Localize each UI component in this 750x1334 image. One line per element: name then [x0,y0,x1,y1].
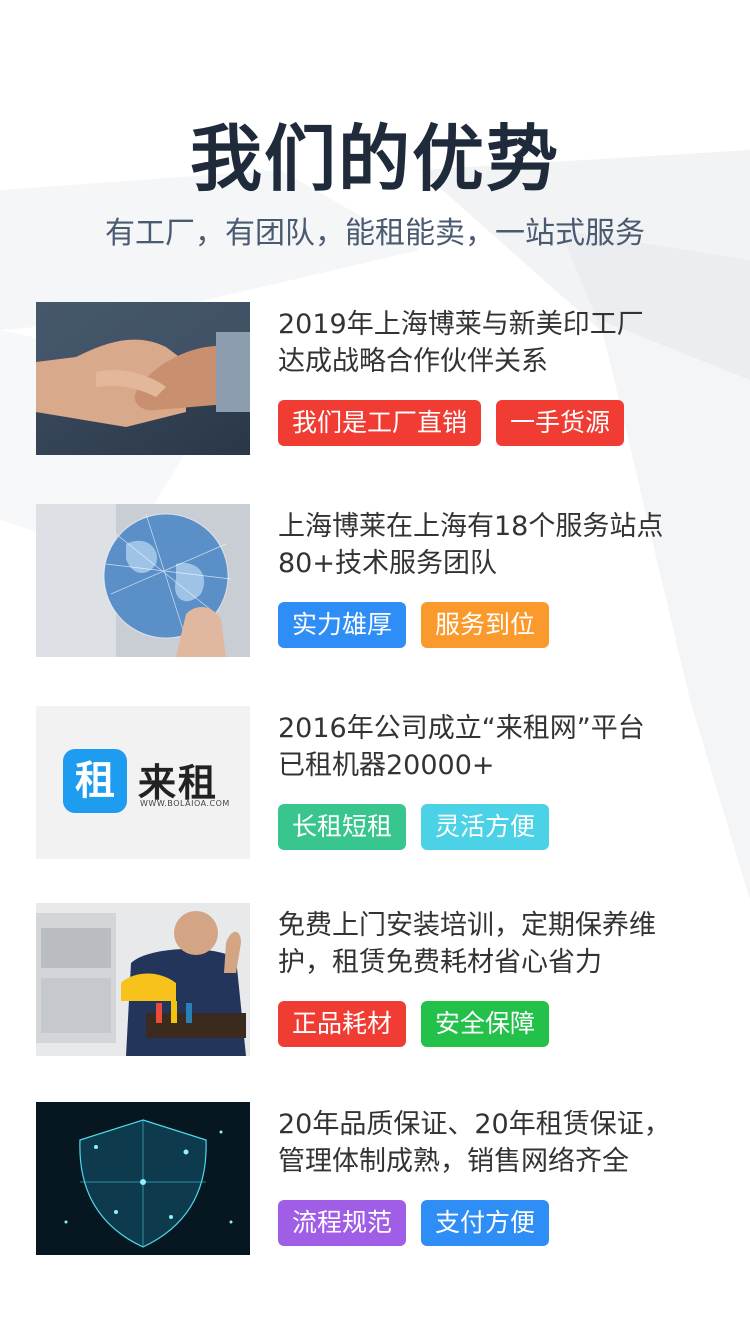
tag-convenient-payment: 支付方便 [421,1200,550,1246]
tag-list: 我们是工厂直销 一手货源 [278,400,625,446]
description-line: 护，租赁免费耗材省心省力 [278,947,602,978]
description-line: 免费上门安装培训，定期保养维 [278,910,656,941]
handshake-photo [36,302,250,455]
logo-url: WWW.BOLAIOA.COM [140,799,230,808]
advantage-description: 上海博莱在上海有18个服务站点 80+技术服务团队 [278,508,728,582]
tag-long-short-rent: 长租短租 [278,804,407,850]
tag-factory-direct: 我们是工厂直销 [278,400,482,446]
advantage-description: 免费上门安装培训，定期保养维 护，租赁免费耗材省心省力 [278,907,728,981]
technician-photo [36,903,250,1056]
tag-good-service: 服务到位 [421,602,550,648]
description-line: 2019年上海博莱与新美印工厂 [278,309,644,340]
description-line: 管理体制成熟，销售网络齐全 [278,1146,629,1177]
advantage-description: 20年品质保证、20年租赁保证， 管理体制成熟，销售网络齐全 [278,1106,728,1180]
advantage-item-maintenance: 免费上门安装培训，定期保养维 护，租赁免费耗材省心省力 正品耗材 安全保障 [36,903,726,1058]
tag-first-hand-source: 一手货源 [496,400,625,446]
advantage-item-quality: 20年品质保证、20年租赁保证， 管理体制成熟，销售网络齐全 流程规范 支付方便 [36,1102,726,1257]
tag-list: 正品耗材 安全保障 [278,1001,550,1047]
description-line: 80+技术服务团队 [278,548,497,579]
advantage-description: 2019年上海博莱与新美印工厂 达成战略合作伙伴关系 [278,306,728,380]
shield-network-photo [36,1102,250,1255]
page-subtitle: 有工厂，有团队，能租能卖，一站式服务 [105,216,645,251]
page-title: 我们的优势 [189,117,560,201]
lailai-logo: 租 来租 WWW.BOLAIOA.COM [36,706,250,859]
tag-safety-guarantee: 安全保障 [421,1001,550,1047]
advantage-item-service-network: 上海博莱在上海有18个服务站点 80+技术服务团队 实力雄厚 服务到位 [36,504,726,659]
tag-list: 实力雄厚 服务到位 [278,602,550,648]
globe-network-photo [36,504,250,657]
advantage-description: 2016年公司成立“来租网”平台 已租机器20000+ [278,710,728,784]
advantage-item-platform: 租 来租 WWW.BOLAIOA.COM 2016年公司成立“来租网”平台 已租… [36,706,726,861]
description-line: 达成战略合作伙伴关系 [278,346,548,377]
description-line: 已租机器20000+ [278,750,495,781]
description-line: 20年品质保证、20年租赁保证， [278,1109,671,1140]
description-line: 2016年公司成立“来租网”平台 [278,713,645,744]
advantage-item-factory: 2019年上海博莱与新美印工厂 达成战略合作伙伴关系 我们是工厂直销 一手货源 [36,302,726,457]
logo-icon: 租 [63,749,127,813]
tag-strong-strength: 实力雄厚 [278,602,407,648]
tag-standard-process: 流程规范 [278,1200,407,1246]
description-line: 上海博莱在上海有18个服务站点 [278,511,664,542]
tag-list: 流程规范 支付方便 [278,1200,550,1246]
tag-genuine-supplies: 正品耗材 [278,1001,407,1047]
tag-list: 长租短租 灵活方便 [278,804,550,850]
tag-flexible: 灵活方便 [421,804,550,850]
